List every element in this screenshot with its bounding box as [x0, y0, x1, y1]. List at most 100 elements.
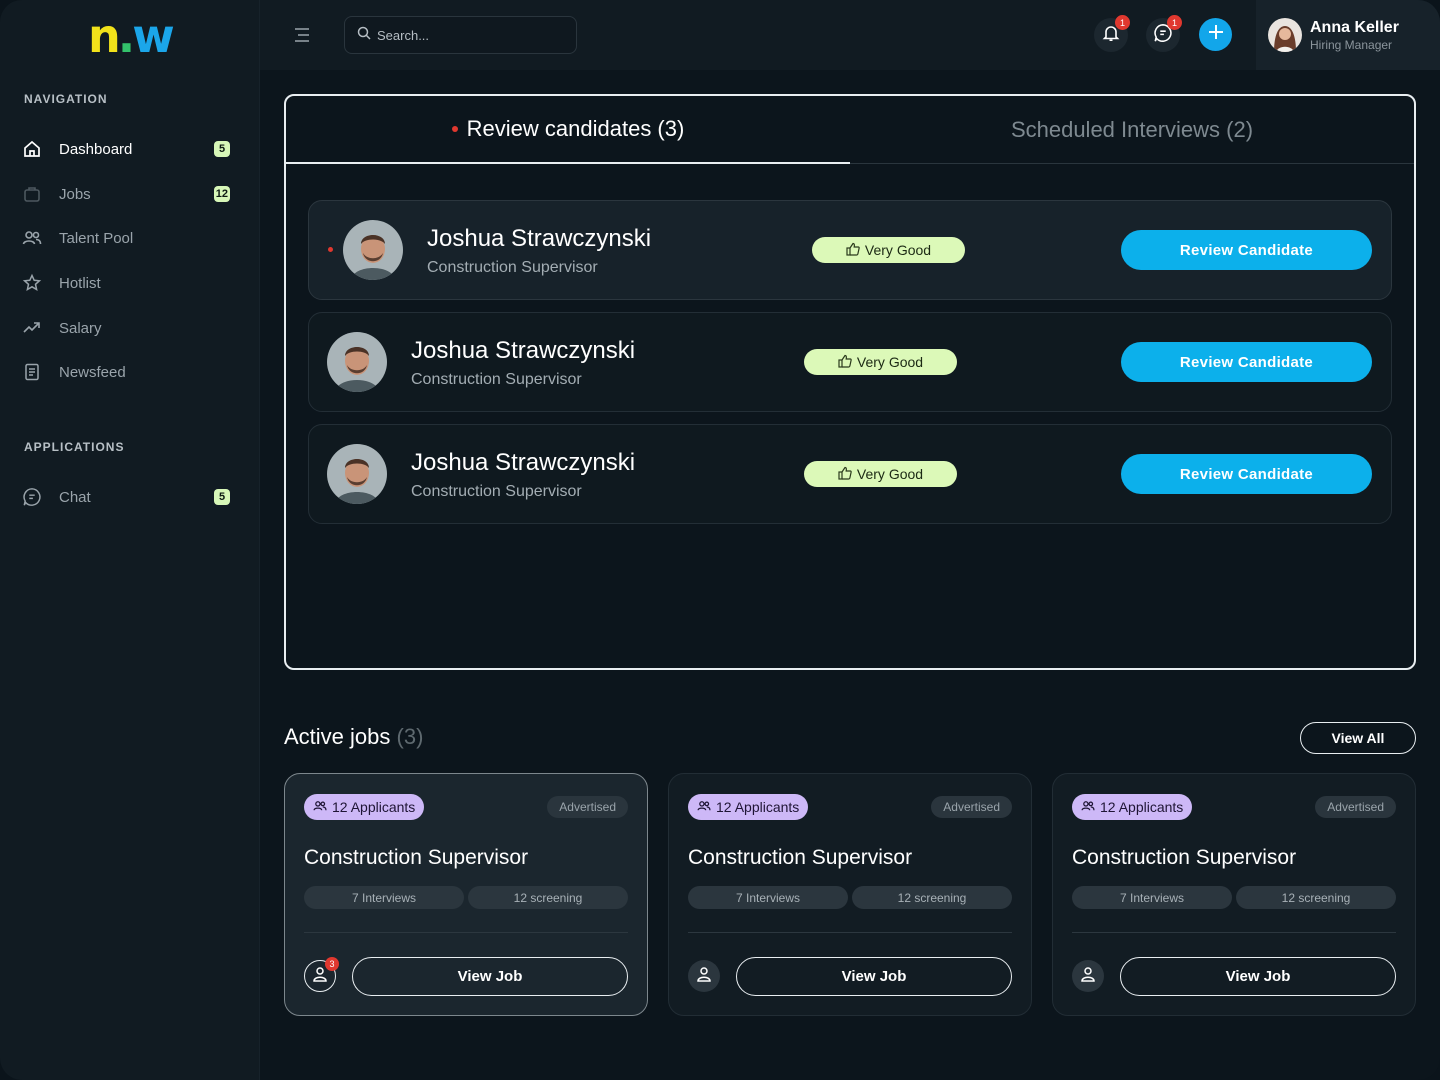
sidebar-item-label: Talent Pool [59, 229, 134, 247]
candidate-avatar [327, 444, 387, 504]
user-name: Anna Keller [1310, 18, 1399, 36]
brand-logo[interactable]: n.w [88, 13, 175, 59]
review-candidate-button[interactable]: Review Candidate [1121, 342, 1372, 382]
add-button[interactable] [1199, 18, 1232, 51]
section-title: Active jobs [284, 724, 391, 749]
review-candidate-button[interactable]: Review Candidate [1121, 454, 1372, 494]
sidebar-item-label: Jobs [59, 185, 91, 203]
message-count: 1 [1167, 15, 1182, 30]
search-input[interactable] [377, 27, 557, 43]
candidate-avatar [343, 220, 403, 280]
unread-dot [451, 126, 458, 132]
thumbs-up-icon [838, 354, 857, 371]
notifications-button[interactable]: 1 [1094, 15, 1130, 52]
users-icon [22, 228, 42, 248]
candidate-avatar [327, 332, 387, 392]
sidebar-item-hotlist[interactable]: Hotlist [22, 267, 234, 299]
sidebar-item-label: Newsfeed [59, 363, 126, 381]
view-job-button[interactable]: View Job [352, 957, 628, 996]
sidebar-item-label: Chat [59, 488, 91, 506]
tab-review-candidates[interactable]: Review candidates (3) [286, 96, 850, 164]
view-all-button[interactable]: View All [1300, 722, 1416, 754]
tab-bar: Review candidates (3) Scheduled Intervie… [286, 96, 1414, 164]
candidates-button[interactable] [1072, 960, 1104, 992]
trending-up-icon [22, 318, 42, 338]
search-box[interactable] [344, 16, 577, 54]
user-role: Hiring Manager [1310, 37, 1393, 52]
view-job-button[interactable]: View Job [1120, 957, 1396, 996]
job-title: Construction Supervisor [688, 846, 913, 869]
review-candidate-button[interactable]: Review Candidate [1121, 230, 1372, 270]
count-badge: 5 [214, 489, 230, 505]
user-profile[interactable]: Anna Keller Hiring Manager [1256, 0, 1440, 70]
applicants-label: 12 Applicants [332, 799, 416, 815]
sidebar-item-salary[interactable]: Salary [22, 312, 234, 344]
user-icon [1079, 965, 1097, 988]
app-window: n.w NAVIGATION Dashboard 5 Jobs 12 Talen… [0, 0, 1440, 1080]
applicants-label: 12 Applicants [1100, 799, 1184, 815]
sidebar-item-dashboard[interactable]: Dashboard 5 [22, 133, 234, 165]
active-jobs-heading: Active jobs (3) [284, 724, 423, 750]
briefcase-icon [22, 184, 42, 204]
messages-button[interactable]: 1 [1146, 15, 1182, 52]
job-card[interactable]: 12 Applicants Advertised Construction Su… [284, 773, 648, 1016]
sidebar-item-label: Dashboard [59, 140, 133, 158]
job-title: Construction Supervisor [1072, 846, 1297, 869]
section-count: (3) [396, 724, 424, 749]
plus-icon [1207, 23, 1225, 46]
job-card[interactable]: 12 Applicants Advertised Construction Su… [668, 773, 1032, 1016]
status-badge: Advertised [931, 796, 1012, 818]
applicants-badge: 12 Applicants [1072, 794, 1193, 820]
candidates-button[interactable] [688, 960, 720, 992]
menu-toggle-icon[interactable] [292, 25, 312, 45]
tab-label: Scheduled Interviews (2) [1010, 117, 1254, 142]
top-bar: 1 1 Anna Keller Hiring Manager [260, 0, 1440, 70]
candidate-row[interactable]: Joshua Strawczynski Construction Supervi… [308, 312, 1392, 412]
users-icon [1081, 799, 1100, 816]
user-icon [695, 965, 713, 988]
sidebar-item-jobs[interactable]: Jobs 12 [22, 178, 234, 210]
thumbs-up-icon [838, 466, 857, 483]
logo-dot: . [117, 9, 136, 63]
unread-dot [328, 247, 333, 252]
candidate-role: Construction Supervisor [427, 259, 598, 276]
status-badge: Advertised [1315, 796, 1396, 818]
count-badge: 5 [214, 141, 230, 157]
rating-badge: Very Good [812, 237, 965, 263]
divider [1072, 932, 1396, 933]
users-icon [697, 799, 716, 816]
sidebar-item-newsfeed[interactable]: Newsfeed [22, 356, 234, 388]
candidate-name: Joshua Strawczynski [427, 225, 652, 252]
candidate-name: Joshua Strawczynski [411, 449, 636, 476]
rating-badge: Very Good [804, 461, 957, 487]
review-panel: Review candidates (3) Scheduled Intervie… [284, 94, 1416, 670]
interviews-pill: 7 Interviews [304, 886, 464, 909]
avatar [1268, 18, 1302, 52]
sidebar-item-chat[interactable]: Chat 5 [22, 481, 234, 513]
applications-heading: APPLICATIONS [24, 440, 125, 454]
applicants-label: 12 Applicants [716, 799, 800, 815]
screening-pill: 12 screening [1236, 886, 1396, 909]
view-job-button[interactable]: View Job [736, 957, 1012, 996]
job-card[interactable]: 12 Applicants Advertised Construction Su… [1052, 773, 1416, 1016]
candidate-role: Construction Supervisor [411, 371, 582, 388]
candidates-button[interactable]: 3 [304, 957, 339, 992]
applicants-badge: 12 Applicants [688, 794, 809, 820]
navigation-heading: NAVIGATION [24, 92, 108, 106]
sidebar-item-label: Salary [59, 319, 102, 337]
home-icon [22, 139, 42, 159]
candidate-row[interactable]: Joshua Strawczynski Construction Supervi… [308, 200, 1392, 300]
sidebar-item-talent-pool[interactable]: Talent Pool [22, 222, 234, 254]
candidate-role: Construction Supervisor [411, 483, 582, 500]
screening-pill: 12 screening [468, 886, 628, 909]
sidebar-item-label: Hotlist [59, 274, 101, 292]
tab-label: Review candidates (3) [466, 116, 685, 141]
star-icon [22, 273, 42, 293]
divider [688, 932, 1012, 933]
tab-scheduled-interviews[interactable]: Scheduled Interviews (2) [850, 96, 1414, 164]
rating-label: Very Good [856, 354, 924, 370]
rating-badge: Very Good [804, 349, 957, 375]
logo-w: w [132, 9, 174, 63]
candidate-row[interactable]: Joshua Strawczynski Construction Supervi… [308, 424, 1392, 524]
status-badge: Advertised [547, 796, 628, 818]
